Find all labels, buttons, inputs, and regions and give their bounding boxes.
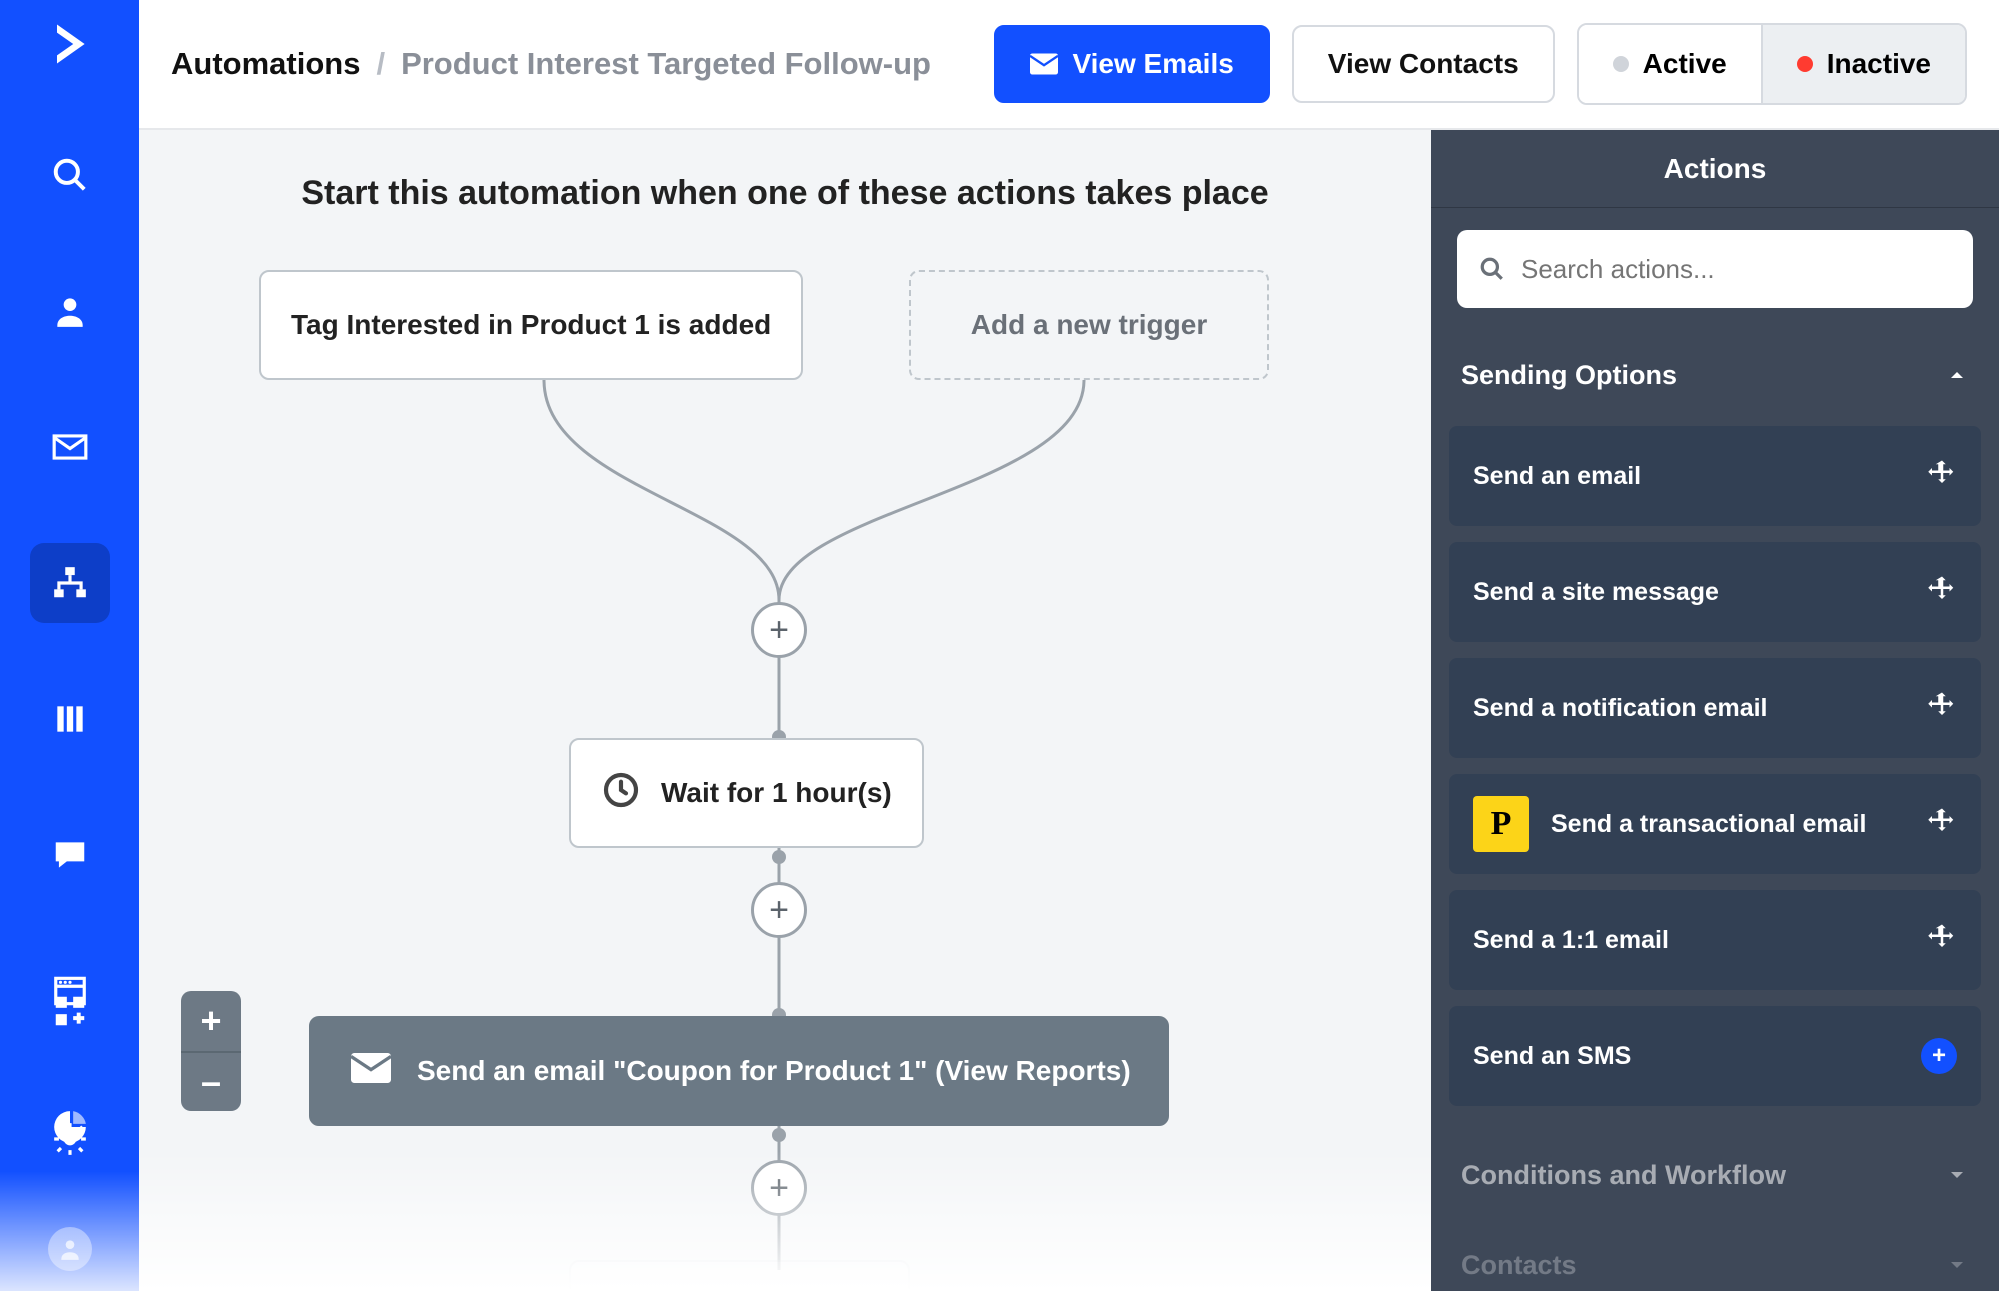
add-step-button-2[interactable]: + (751, 882, 807, 938)
envelope-icon (51, 428, 89, 466)
action-label: Send a notification email (1473, 694, 1768, 723)
section-conditions-workflow-header[interactable]: Conditions and Workflow (1431, 1130, 1999, 1220)
actions-search (1431, 208, 1999, 330)
status-toggle: Active Inactive (1577, 23, 1967, 105)
action-label: Send a 1:1 email (1473, 926, 1669, 955)
actions-panel: Actions Sending Options Send an email Se… (1431, 130, 1999, 1291)
nav-contacts[interactable] (30, 271, 110, 351)
clock-icon (601, 770, 641, 817)
status-dot-red (1797, 56, 1813, 72)
chevron-up-icon (1945, 363, 1969, 387)
section-sending-options-header[interactable]: Sending Options (1431, 330, 1999, 420)
nav-avatar[interactable] (48, 1227, 92, 1271)
automation-icon (51, 564, 89, 602)
drag-icon (1927, 574, 1957, 611)
zoom-controls: + – (181, 991, 241, 1111)
brand-logo-icon (44, 18, 96, 70)
nav-settings[interactable] (30, 1099, 110, 1179)
action-label: Send a transactional email (1551, 810, 1866, 839)
gear-icon (51, 1120, 89, 1158)
left-nav (0, 0, 139, 1291)
logo (44, 18, 96, 75)
person-icon (51, 292, 89, 330)
breadcrumb: Automations / Product Interest Targeted … (171, 46, 931, 82)
section-contacts: Contacts (1431, 1220, 1999, 1291)
breadcrumb-separator: / (376, 46, 385, 82)
view-contacts-label: View Contacts (1328, 48, 1519, 80)
section-sending-options: Sending Options Send an email Send a sit… (1431, 330, 1999, 1130)
search-icon (1479, 256, 1505, 282)
add-step-button-1[interactable]: + (751, 602, 807, 658)
section-conditions-workflow: Conditions and Workflow (1431, 1130, 1999, 1220)
chevron-down-icon (1945, 1163, 1969, 1187)
nav-apps[interactable] (30, 971, 110, 1051)
view-emails-button[interactable]: View Emails (994, 25, 1269, 103)
section-contacts-header[interactable]: Contacts (1431, 1220, 1999, 1291)
nav-search[interactable] (30, 135, 110, 215)
action-label: Send a site message (1473, 578, 1719, 607)
add-step-button-3[interactable]: + (751, 1160, 807, 1216)
nav-conversations[interactable] (30, 815, 110, 895)
action-send-email[interactable]: Send an email (1449, 426, 1981, 526)
action-label: Send an SMS (1473, 1042, 1631, 1071)
status-dot-grey (1613, 56, 1629, 72)
action-send-site-message[interactable]: Send a site message (1449, 542, 1981, 642)
chat-icon (51, 836, 89, 874)
status-active-button[interactable]: Active (1579, 25, 1761, 103)
chevron-down-icon (1945, 1253, 1969, 1277)
section-conditions-workflow-label: Conditions and Workflow (1461, 1160, 1786, 1191)
trigger-node[interactable]: Tag Interested in Product 1 is added (259, 270, 803, 380)
status-inactive-button[interactable]: Inactive (1761, 25, 1965, 103)
search-input-wrapper[interactable] (1457, 230, 1973, 308)
breadcrumb-current: Product Interest Targeted Follow-up (401, 46, 931, 82)
deals-icon (51, 700, 89, 738)
status-active-label: Active (1643, 48, 1727, 80)
action-send-transactional-email[interactable]: P Send a transactional email (1449, 774, 1981, 874)
email-label: Send an email "Coupon for Product 1" (Vi… (417, 1055, 1131, 1087)
drag-icon (1927, 806, 1957, 843)
add-trigger-node[interactable]: Add a new trigger (909, 270, 1269, 380)
action-label: Send an email (1473, 462, 1641, 491)
action-send-sms[interactable]: Send an SMS + (1449, 1006, 1981, 1106)
zoom-in-button[interactable]: + (181, 991, 241, 1051)
trigger-label: Tag Interested in Product 1 is added (291, 309, 771, 341)
envelope-icon (1030, 53, 1058, 75)
plus-badge-icon: + (1921, 1038, 1957, 1074)
nav-deals[interactable] (30, 679, 110, 759)
breadcrumb-root[interactable]: Automations (171, 46, 360, 82)
drag-icon (1927, 922, 1957, 959)
wait-label: Wait for 1 hour(s) (661, 777, 892, 809)
section-contacts-label: Contacts (1461, 1250, 1577, 1281)
wait-node-faded[interactable]: Wait for 2 day(s) (569, 1260, 910, 1291)
apps-icon (51, 992, 89, 1030)
add-trigger-label: Add a new trigger (971, 309, 1207, 341)
zoom-out-button[interactable]: – (181, 1051, 241, 1111)
search-icon (51, 156, 89, 194)
status-inactive-label: Inactive (1827, 48, 1931, 80)
automation-canvas[interactable]: Start this automation when one of these … (139, 130, 1431, 1291)
postmark-badge-icon: P (1473, 796, 1529, 852)
view-emails-label: View Emails (1072, 48, 1233, 80)
envelope-icon (351, 1053, 391, 1090)
nav-campaigns[interactable] (30, 407, 110, 487)
email-node[interactable]: Send an email "Coupon for Product 1" (Vi… (309, 1016, 1169, 1126)
action-list: Send an email Send a site message Send a… (1431, 420, 1999, 1130)
nav-automations[interactable] (30, 543, 110, 623)
wait-node[interactable]: Wait for 1 hour(s) (569, 738, 924, 848)
actions-title: Actions (1431, 130, 1999, 208)
action-send-1-1-email[interactable]: Send a 1:1 email (1449, 890, 1981, 990)
header: Automations / Product Interest Targeted … (139, 0, 1999, 130)
drag-icon (1927, 458, 1957, 495)
drag-icon (1927, 690, 1957, 727)
section-sending-options-label: Sending Options (1461, 360, 1677, 391)
view-contacts-button[interactable]: View Contacts (1292, 25, 1555, 103)
avatar-icon (57, 1236, 83, 1262)
action-send-notification-email[interactable]: Send a notification email (1449, 658, 1981, 758)
search-input[interactable] (1521, 254, 1951, 285)
